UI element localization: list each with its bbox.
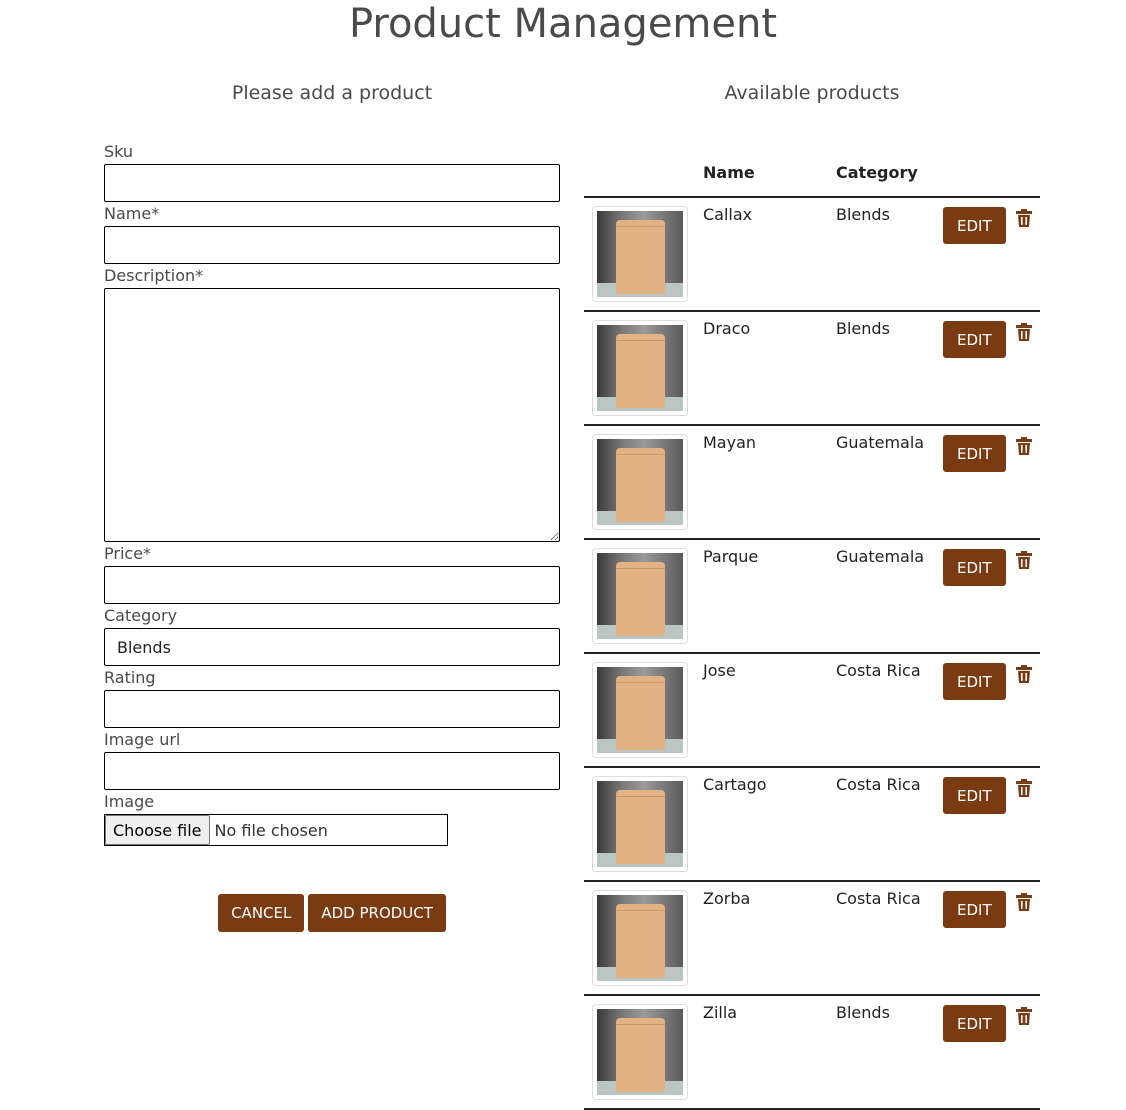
image-label: Image [104,792,155,811]
sku-input[interactable] [104,164,560,202]
product-category: Costa Rica [836,889,921,908]
table-row: Cartago Costa Rica EDIT [584,768,1040,882]
product-name: Parque [703,547,759,566]
product-thumbnail [592,776,688,872]
price-input[interactable] [104,566,560,604]
product-category: Costa Rica [836,661,921,680]
product-name: Mayan [703,433,757,452]
image-url-label: Image url [104,730,181,749]
cancel-button[interactable]: CANCEL [218,894,305,932]
image-file-picker: Choose file No file chosen [104,814,448,846]
product-name: Jose [703,661,736,680]
product-name: Zilla [703,1003,738,1022]
product-thumbnail [592,206,688,302]
edit-button[interactable]: EDIT [943,777,1006,814]
edit-button[interactable]: EDIT [943,1005,1006,1042]
table-row: Zilla Blends EDIT [584,996,1040,1110]
product-name: Cartago [703,775,767,794]
column-header-name: Name [703,163,755,182]
coffee-bag-image [597,439,683,525]
trash-icon[interactable] [1016,437,1032,455]
image-url-input[interactable] [104,752,560,790]
table-row: Callax Blends EDIT [584,198,1040,312]
product-name: Draco [703,319,751,338]
coffee-bag-image [597,895,683,981]
description-label: Description* [104,266,204,285]
file-status: No file chosen [214,820,328,840]
coffee-bag-image [597,211,683,297]
add-product-button[interactable]: ADD PRODUCT [308,894,446,932]
column-header-category: Category [836,163,918,182]
product-name: Zorba [703,889,751,908]
product-category: Blends [836,205,890,224]
trash-icon[interactable] [1016,551,1032,569]
products-table-body: Callax Blends EDIT Draco Blends EDIT May… [584,198,1040,1110]
name-input[interactable] [104,226,560,264]
category-label: Category [104,606,178,625]
category-input[interactable] [104,628,560,666]
trash-icon[interactable] [1016,209,1032,227]
name-label: Name* [104,204,160,223]
choose-file-button[interactable]: Choose file [105,815,210,845]
table-row: Parque Guatemala EDIT [584,540,1040,654]
table-row: Mayan Guatemala EDIT [584,426,1040,540]
product-thumbnail [592,548,688,644]
edit-button[interactable]: EDIT [943,435,1006,472]
coffee-bag-image [597,781,683,867]
edit-button[interactable]: EDIT [943,321,1006,358]
description-textarea[interactable] [104,288,560,542]
form-spacer [104,106,560,140]
form-heading: Please add a product [231,82,433,104]
edit-button[interactable]: EDIT [943,207,1006,244]
form-actions: CANCEL ADD PRODUCT [104,894,560,932]
edit-button[interactable]: EDIT [943,549,1006,586]
trash-icon[interactable] [1016,323,1032,341]
trash-icon[interactable] [1016,893,1032,911]
coffee-bag-shape [616,676,665,750]
rating-input[interactable] [104,690,560,728]
coffee-bag-shape [616,448,665,522]
product-thumbnail [592,1004,688,1100]
table-row: Draco Blends EDIT [584,312,1040,426]
rating-label: Rating [104,668,156,687]
edit-button[interactable]: EDIT [943,663,1006,700]
products-table-header: Name Category [584,136,1040,198]
product-name: Callax [703,205,753,224]
sku-label: Sku [104,142,134,161]
product-category: Costa Rica [836,775,921,794]
edit-button[interactable]: EDIT [943,891,1006,928]
price-label: Price* [104,544,152,563]
coffee-bag-shape [616,904,665,978]
products-heading: Available products [724,82,900,104]
coffee-bag-shape [616,790,665,864]
coffee-bag-image [597,667,683,753]
product-thumbnail [592,890,688,986]
product-category: Guatemala [836,547,925,566]
trash-icon[interactable] [1016,665,1032,683]
coffee-bag-image [597,325,683,411]
coffee-bag-shape [616,334,665,408]
coffee-bag-shape [616,562,665,636]
trash-icon[interactable] [1016,1007,1032,1025]
product-thumbnail [592,662,688,758]
table-row: Jose Costa Rica EDIT [584,654,1040,768]
add-product-form: Please add a product Sku Name* Descripti… [104,80,560,932]
product-thumbnail [592,434,688,530]
products-panel: Available products Name Category Callax … [584,80,1040,1110]
product-category: Blends [836,319,890,338]
trash-icon[interactable] [1016,779,1032,797]
table-row: Zorba Costa Rica EDIT [584,882,1040,996]
coffee-bag-image [597,553,683,639]
coffee-bag-shape [616,220,665,294]
product-category: Blends [836,1003,890,1022]
page-title: Product Management [348,1,778,47]
product-category: Guatemala [836,433,925,452]
product-thumbnail [592,320,688,416]
coffee-bag-image [597,1009,683,1095]
coffee-bag-shape [616,1018,665,1092]
